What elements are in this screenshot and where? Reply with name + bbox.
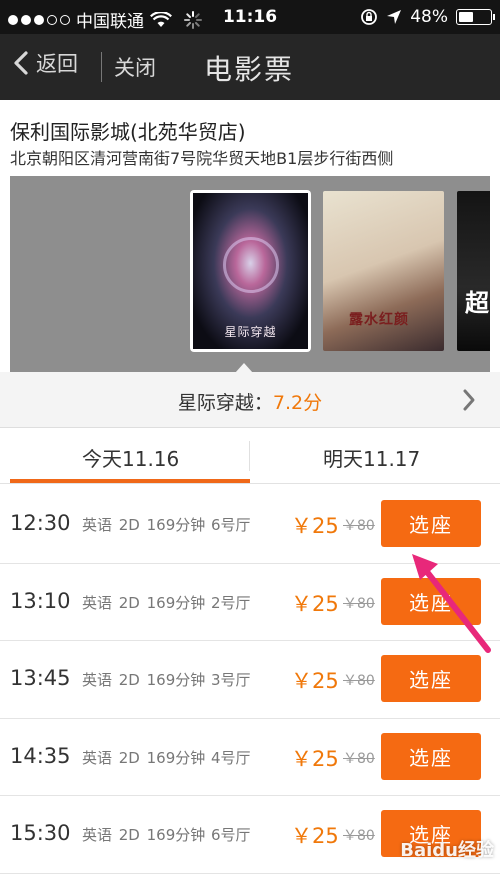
- cinema-address: 北京朝阳区清河营南街7号院华贸天地B1层步行街西侧: [10, 149, 394, 168]
- showtime-info: 英语 2D 169分钟: [82, 516, 206, 534]
- nav-separator: [101, 52, 102, 82]
- poster-lushui[interactable]: 露水红颜: [323, 191, 444, 351]
- showtime-info: 英语 2D 169分钟: [82, 593, 206, 612]
- showtime-info: 英语 2D 169分钟: [82, 826, 206, 844]
- chevron-left-icon: [14, 51, 28, 75]
- showtime-list: 12:30 英语 2D 169分钟 6号厅 ￥25 ￥80 选座 13:10 英…: [0, 486, 500, 874]
- back-button[interactable]: 返回: [12, 48, 78, 78]
- chevron-right-icon[interactable]: [462, 388, 476, 412]
- poster-carousel[interactable]: 星际穿越 露水红颜 超: [10, 176, 490, 372]
- showtime-time: 14:35: [10, 743, 71, 768]
- cinema-name: 保利国际影城(北苑华贸店): [10, 120, 246, 144]
- cinema-info: 保利国际影城(北苑华贸店) 北京朝阳区清河营南街7号院华贸天地B1层步行街西侧: [0, 100, 500, 176]
- tab-divider: [249, 441, 250, 471]
- battery-percent: 48%: [410, 7, 448, 27]
- showtime-original-price: ￥80: [343, 750, 375, 767]
- showtime-info: 英语 2D 169分钟: [82, 671, 206, 689]
- showtime-original-price: ￥80: [343, 673, 375, 689]
- showtime-hall: 2号厅: [211, 593, 251, 612]
- showtime-row: 12:30 英语 2D 169分钟 6号厅 ￥25 ￥80 选座: [0, 486, 500, 564]
- select-seat-button[interactable]: 选座: [381, 500, 481, 547]
- battery-fill: [459, 12, 473, 22]
- status-bar: 中国联通 11:16 48%: [0, 0, 500, 34]
- tab-active-indicator: [10, 479, 250, 483]
- showtime-info: 英语 2D 169分钟: [82, 748, 206, 767]
- showtime-original-price: ￥80: [343, 595, 375, 612]
- select-seat-button[interactable]: 选座: [381, 655, 481, 702]
- showtime-hall: 3号厅: [211, 671, 251, 689]
- showtime-hall: 6号厅: [211, 516, 251, 534]
- showtime-price: ￥25: [291, 669, 339, 693]
- showtime-row: 13:45 英语 2D 169分钟 3号厅 ￥25 ￥80 选座: [0, 641, 500, 719]
- movie-detail-row[interactable]: 星际穿越：7.2分: [0, 372, 500, 428]
- poster-interstellar[interactable]: 星际穿越: [190, 190, 311, 352]
- nav-bar: 返回 关闭 电影票: [0, 34, 500, 100]
- showtime-price: ￥25: [291, 591, 339, 616]
- status-right: 48%: [360, 7, 495, 27]
- close-button[interactable]: 关闭: [114, 52, 156, 82]
- showtime-time: 12:30: [10, 511, 71, 535]
- rotation-lock-icon: [361, 9, 378, 25]
- battery-icon: [456, 9, 495, 25]
- showtime-hall: 4号厅: [211, 748, 251, 767]
- select-seat-button[interactable]: 选座: [381, 577, 481, 625]
- poster-title-text: 超: [465, 289, 489, 317]
- poster-title-text: 露水红颜: [349, 312, 409, 328]
- showtime-time: 15:30: [10, 821, 71, 845]
- movie-score: 7.2分: [272, 392, 323, 414]
- date-tabs: 今天11.16 明天11.17: [0, 429, 500, 484]
- page-title: 电影票: [204, 53, 295, 86]
- poster-title-text: 星际穿越: [224, 325, 277, 339]
- poster-ring-graphic: [223, 237, 279, 293]
- showtime-original-price: ￥80: [343, 828, 375, 844]
- tab-tomorrow[interactable]: 明天11.17: [323, 443, 420, 472]
- showtime-price: ￥25: [291, 824, 339, 848]
- movie-name: 星际穿越：: [177, 392, 273, 414]
- tab-today[interactable]: 今天11.16: [82, 443, 179, 472]
- baidu-watermark: Baidu经验: [400, 840, 494, 861]
- showtime-price: ￥25: [291, 746, 339, 771]
- showtime-row: 14:35 英语 2D 169分钟 4号厅 ￥25 ￥80 选座: [0, 718, 500, 796]
- movie-title: 星际穿越：7.2分: [0, 388, 500, 415]
- back-label: 返回: [36, 52, 78, 76]
- location-arrow-icon: [387, 10, 402, 24]
- select-seat-button[interactable]: 选座: [381, 732, 481, 780]
- showtime-hall: 6号厅: [211, 826, 251, 844]
- poster-art: 星际穿越: [193, 193, 308, 349]
- showtime-row: 13:10 英语 2D 169分钟 2号厅 ￥25 ￥80 选座: [0, 563, 500, 641]
- poster-lucy[interactable]: 超: [457, 191, 490, 351]
- showtime-time: 13:45: [10, 666, 71, 690]
- showtime-time: 13:10: [10, 588, 71, 613]
- showtime-price: ￥25: [291, 514, 339, 538]
- showtime-original-price: ￥80: [343, 518, 375, 534]
